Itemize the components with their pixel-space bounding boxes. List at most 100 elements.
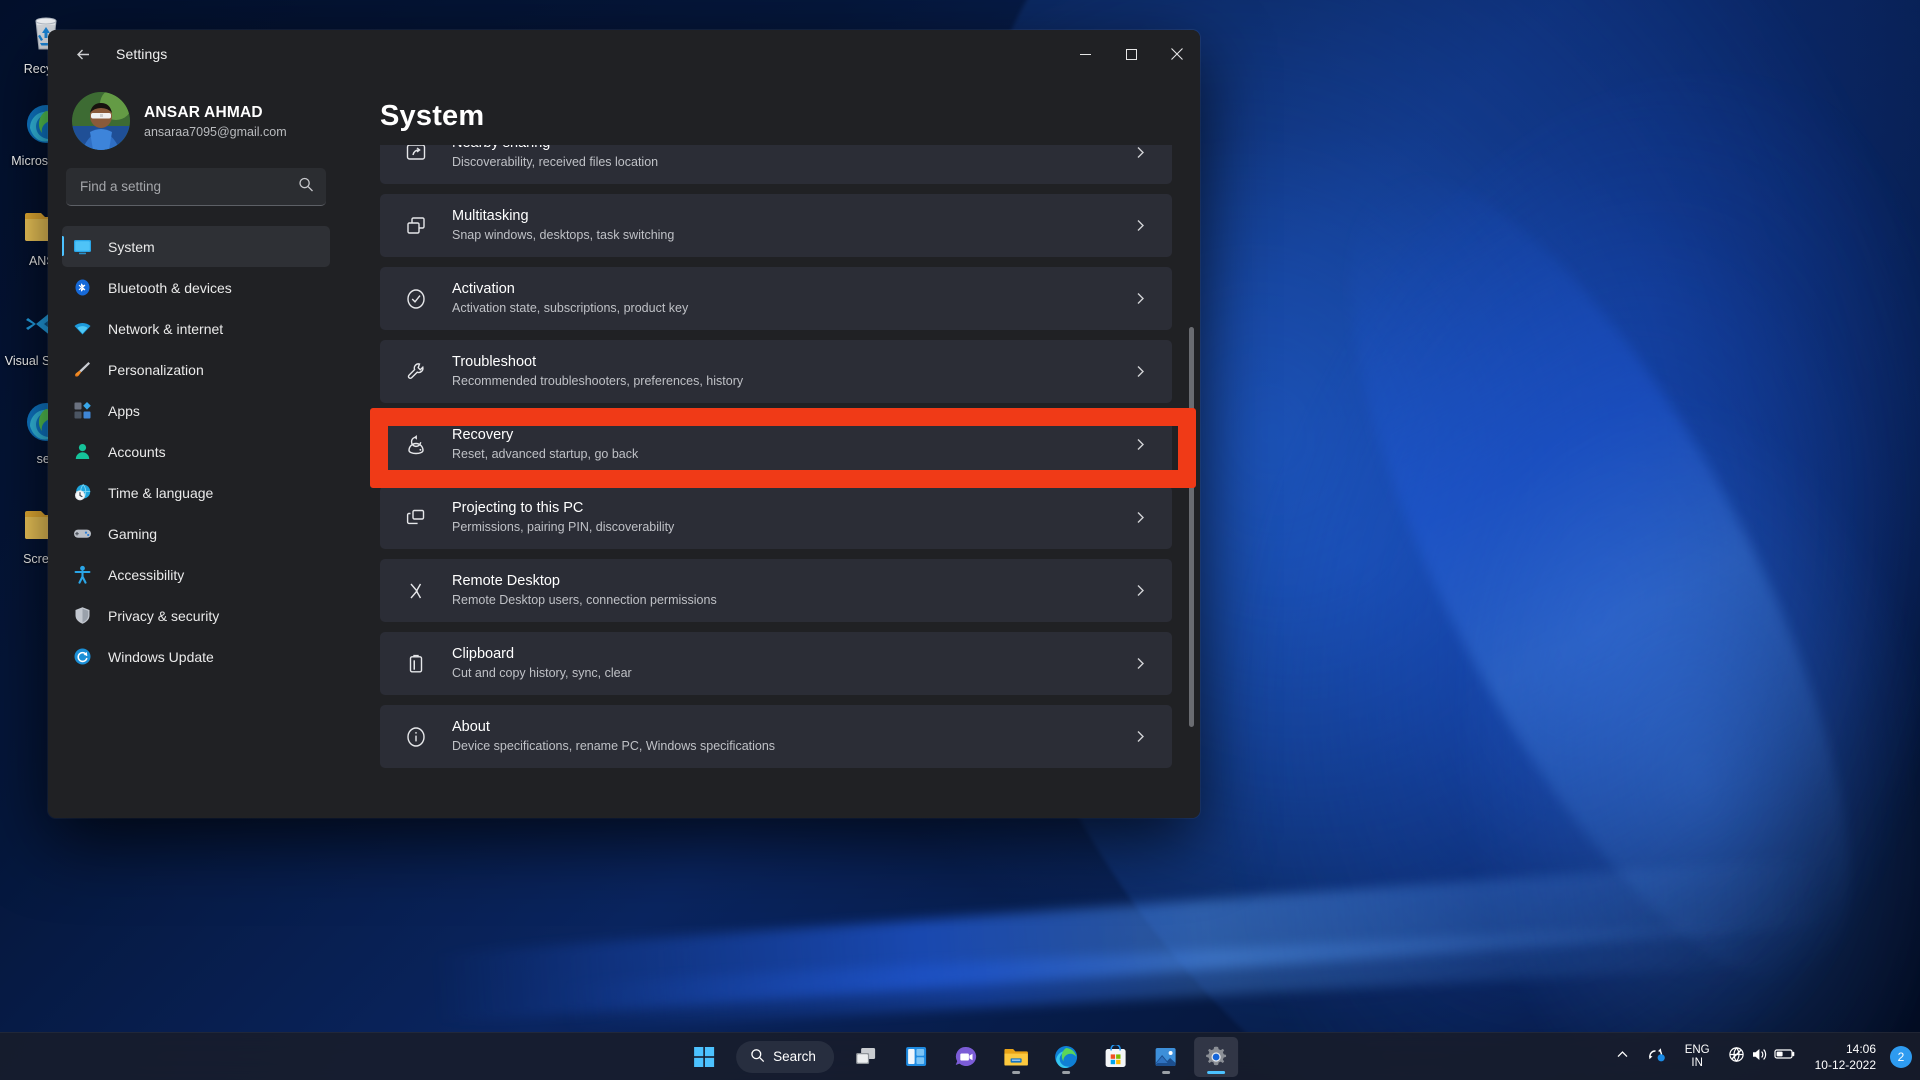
account-name: ANSAR AHMAD [144, 104, 287, 122]
settings-row-activation[interactable]: Activation Activation state, subscriptio… [380, 267, 1172, 330]
settings-row-troubleshoot[interactable]: Troubleshoot Recommended troubleshooters… [380, 340, 1172, 403]
sidebar-item-label: System [108, 239, 155, 255]
row-subtitle: Discoverability, received files location [452, 154, 1130, 171]
settings-row-nearby-sharing[interactable]: Nearby sharing Discoverability, received… [380, 145, 1172, 184]
clock-button[interactable]: 14:06 10-12-2022 [1807, 1041, 1884, 1073]
accessibility-icon [72, 565, 92, 585]
sidebar-item-label: Apps [108, 403, 140, 419]
sidebar-item-label: Personalization [108, 362, 204, 378]
sidebar-item-label: Accessibility [108, 567, 184, 583]
minimize-button[interactable] [1062, 30, 1108, 78]
photos-button[interactable] [1144, 1037, 1188, 1077]
multitasking-icon [402, 215, 430, 237]
onedrive-sync-icon [1647, 1045, 1667, 1068]
account-email: ansaraa7095@gmail.com [144, 125, 287, 139]
scrollbar-thumb[interactable] [1189, 327, 1194, 727]
row-title: Recovery [452, 426, 1130, 445]
chevron-right-icon [1130, 584, 1150, 597]
notification-badge[interactable]: 2 [1890, 1046, 1912, 1068]
running-indicator [1162, 1071, 1170, 1074]
sidebar-item-apps[interactable]: Apps [62, 390, 330, 431]
sidebar-item-personalization[interactable]: Personalization [62, 349, 330, 390]
row-title: About [452, 718, 1130, 737]
running-indicator [1012, 1071, 1020, 1074]
chevron-right-icon [1130, 219, 1150, 232]
language-indicator[interactable]: ENG IN [1678, 1037, 1717, 1077]
chevron-right-icon [1130, 292, 1150, 305]
search-container [66, 168, 326, 206]
taskbar-search-label: Search [773, 1049, 816, 1064]
clock-date: 10-12-2022 [1815, 1057, 1876, 1073]
language-secondary: IN [1691, 1057, 1703, 1070]
running-indicator [1207, 1071, 1225, 1074]
row-title: Activation [452, 280, 1130, 299]
back-button[interactable] [64, 38, 102, 70]
chevron-up-icon [1616, 1048, 1629, 1066]
window-controls [1062, 30, 1200, 78]
row-subtitle: Device specifications, rename PC, Window… [452, 738, 1130, 755]
bluetooth-icon [72, 278, 92, 298]
start-button[interactable] [682, 1037, 726, 1077]
main-pane: System Nearby sharing Discove [344, 78, 1200, 818]
settings-button[interactable] [1194, 1037, 1238, 1077]
tray-overflow-button[interactable] [1609, 1037, 1636, 1077]
page-title: System [344, 78, 1200, 145]
sidebar-item-bluetooth-devices[interactable]: Bluetooth & devices [62, 267, 330, 308]
quick-settings-button[interactable] [1721, 1037, 1803, 1077]
onedrive-button[interactable] [1640, 1037, 1674, 1077]
settings-row-multitasking[interactable]: Multitasking Snap windows, desktops, tas… [380, 194, 1172, 257]
sidebar-item-label: Network & internet [108, 321, 223, 337]
search-input[interactable] [66, 168, 326, 206]
widgets-button[interactable] [894, 1037, 938, 1077]
project-icon [402, 507, 430, 529]
window-body: ANSAR AHMAD ansaraa7095@gmail.com [48, 78, 1200, 818]
shield-icon [72, 606, 92, 626]
settings-row-clipboard[interactable]: Clipboard Cut and copy history, sync, cl… [380, 632, 1172, 695]
sidebar-item-gaming[interactable]: Gaming [62, 513, 330, 554]
store-button[interactable] [1094, 1037, 1138, 1077]
maximize-button[interactable] [1108, 30, 1154, 78]
chat-button[interactable] [944, 1037, 988, 1077]
taskbar-search-button[interactable]: Search [736, 1041, 834, 1073]
row-title: Projecting to this PC [452, 499, 1130, 518]
task-view-button[interactable] [844, 1037, 888, 1077]
window-title: Settings [116, 46, 167, 62]
row-title: Remote Desktop [452, 572, 1130, 591]
sidebar-item-privacy-security[interactable]: Privacy & security [62, 595, 330, 636]
row-subtitle: Cut and copy history, sync, clear [452, 665, 1130, 682]
settings-rows: Nearby sharing Discoverability, received… [380, 145, 1172, 778]
settings-row-about[interactable]: About Device specifications, rename PC, … [380, 705, 1172, 768]
sidebar-item-time-language[interactable]: Time & language [62, 472, 330, 513]
running-indicator [1062, 1071, 1070, 1074]
avatar [72, 92, 130, 150]
settings-row-recovery[interactable]: Recovery Reset, advanced startup, go bac… [380, 413, 1172, 476]
window-titlebar: Settings [48, 30, 1200, 78]
edge-button[interactable] [1044, 1037, 1088, 1077]
clipboard-icon [402, 653, 430, 675]
update-icon [72, 647, 92, 667]
sidebar-item-label: Privacy & security [108, 608, 219, 624]
battery-icon [1774, 1047, 1796, 1066]
settings-row-projecting-to-this-pc[interactable]: Projecting to this PC Permissions, pairi… [380, 486, 1172, 549]
close-button[interactable] [1154, 30, 1200, 78]
row-subtitle: Recommended troubleshooters, preferences… [452, 373, 1130, 390]
volume-icon [1751, 1046, 1768, 1068]
settings-window: Settings [48, 30, 1200, 818]
sidebar-item-network-internet[interactable]: Network & internet [62, 308, 330, 349]
sidebar-item-system[interactable]: System [62, 226, 330, 267]
sidebar-item-accessibility[interactable]: Accessibility [62, 554, 330, 595]
info-icon [402, 726, 430, 748]
sidebar-item-label: Time & language [108, 485, 213, 501]
chevron-right-icon [1130, 365, 1150, 378]
settings-row-remote-desktop[interactable]: Remote Desktop Remote Desktop users, con… [380, 559, 1172, 622]
row-subtitle: Activation state, subscriptions, product… [452, 300, 1130, 317]
sidebar-item-windows-update[interactable]: Windows Update [62, 636, 330, 677]
sidebar-item-accounts[interactable]: Accounts [62, 431, 330, 472]
account-card[interactable]: ANSAR AHMAD ansaraa7095@gmail.com [62, 78, 330, 168]
remote-desktop-icon [402, 580, 430, 602]
sidebar-item-label: Bluetooth & devices [108, 280, 232, 296]
gamepad-icon [72, 524, 92, 544]
settings-scroll-area: Nearby sharing Discoverability, received… [344, 145, 1200, 818]
file-explorer-button[interactable] [994, 1037, 1038, 1077]
vertical-scrollbar[interactable] [1189, 255, 1194, 818]
